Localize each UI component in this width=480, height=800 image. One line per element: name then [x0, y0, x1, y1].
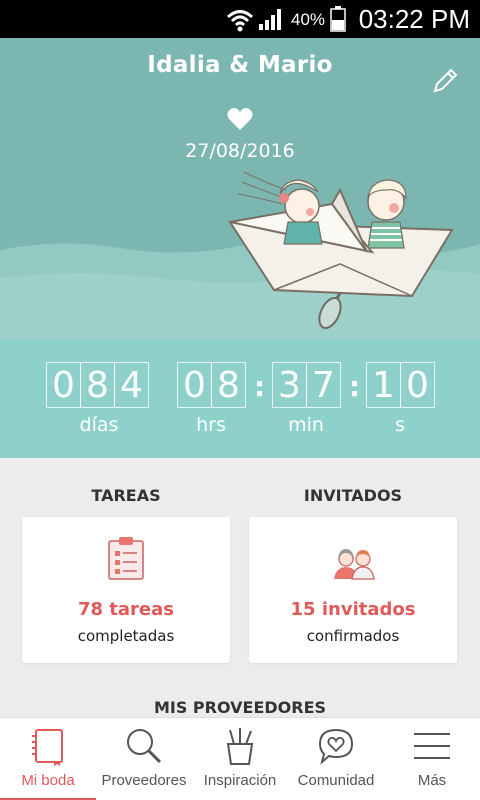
countdown-days-digits: 0 8 4 [46, 362, 149, 408]
countdown-digit: 0 [400, 362, 435, 408]
countdown-separator: : [254, 370, 266, 403]
countdown-digit: 8 [211, 362, 246, 408]
status-bar: 40% 03:22 PM [0, 0, 480, 38]
countdown-label-hours: hrs [196, 414, 226, 436]
nav-item-mi-boda[interactable]: Mi boda [0, 718, 96, 800]
paper-boat-couple-illustration [228, 171, 454, 329]
guests-confirmed-count: 15 invitados [290, 599, 416, 620]
nav-label: Inspiración [203, 772, 277, 789]
wifi-icon [226, 10, 254, 32]
tasks-completed-caption: completadas [77, 627, 175, 645]
countdown-seconds-digits: 1 0 [366, 362, 435, 408]
countdown-label-minutes: min [288, 414, 324, 436]
pencil-cup-icon [226, 728, 254, 765]
my-providers-section-title: MIS PROVEEDORES [153, 698, 327, 717]
signal-icon [259, 9, 281, 30]
guests-couple-icon [334, 549, 375, 580]
tasks-card[interactable]: 78 tareas completadas [22, 517, 230, 663]
countdown-hours-digits: 0 8 [177, 362, 246, 408]
heart-icon [227, 108, 253, 130]
wedding-hero-banner: Idalia & Mario 27/08/2016 [0, 38, 480, 340]
edit-pencil-icon[interactable] [430, 66, 460, 96]
search-icon [127, 729, 162, 764]
bottom-navigation: Mi boda Proveedores Inspiración Comunida… [0, 717, 480, 800]
wedding-countdown: 0 8 4 0 8 : 3 7 : 1 0 días hrs min s [0, 340, 480, 458]
guests-section-title: INVITADOS [303, 486, 403, 505]
nav-item-comunidad[interactable]: Comunidad [288, 718, 384, 800]
countdown-digit: 1 [366, 362, 401, 408]
battery-percent: 40% [291, 10, 326, 29]
countdown-digit: 0 [177, 362, 212, 408]
clock-time: 03:22 PM [358, 4, 470, 34]
countdown-digit: 8 [80, 362, 115, 408]
countdown-separator: : [349, 370, 361, 403]
nav-item-proveedores[interactable]: Proveedores [96, 718, 192, 800]
menu-icon [414, 733, 450, 759]
nav-item-mas[interactable]: Más [384, 718, 480, 800]
countdown-label-days: días [79, 414, 119, 436]
countdown-digit: 7 [306, 362, 341, 408]
couple-names: Idalia & Mario [147, 52, 333, 78]
countdown-digit: 4 [114, 362, 149, 408]
nav-label: Comunidad [297, 772, 375, 789]
nav-label: Mi boda [21, 772, 75, 789]
countdown-label-seconds: s [395, 414, 405, 436]
guests-card[interactable]: 15 invitados confirmados [249, 517, 457, 663]
guests-confirmed-caption: confirmados [306, 627, 400, 645]
countdown-digit: 3 [272, 362, 307, 408]
countdown-digit: 0 [46, 362, 81, 408]
nav-item-inspiracion[interactable]: Inspiración [192, 718, 288, 800]
tasks-completed-count: 78 tareas [77, 599, 174, 620]
battery-icon [330, 6, 346, 32]
wedding-date: 27/08/2016 [185, 140, 295, 162]
notebook-icon [32, 729, 63, 766]
nav-label: Proveedores [101, 772, 187, 789]
countdown-minutes-digits: 3 7 [272, 362, 341, 408]
clipboard-checklist-icon [108, 537, 144, 580]
tasks-section-title: TAREAS [91, 486, 161, 505]
nav-label: Más [417, 772, 447, 789]
chat-heart-icon [318, 728, 354, 765]
